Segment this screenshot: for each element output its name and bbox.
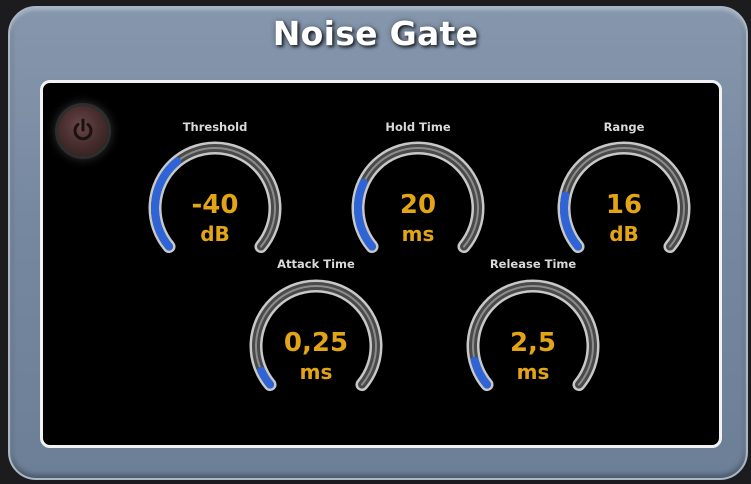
attack-time-value: 0,25	[283, 328, 349, 358]
range-unit: dB	[609, 222, 639, 246]
hold-time-value: 20	[399, 190, 437, 220]
threshold-unit: dB	[200, 222, 230, 246]
release-time-unit: ms	[516, 360, 550, 384]
range-label: Range	[603, 120, 645, 134]
hold-time-label: Hold Time	[385, 120, 451, 134]
attack-time-label: Attack Time	[277, 257, 355, 271]
release-time-knob[interactable]: 2,5 ms	[463, 276, 603, 416]
release-time-value: 2,5	[509, 328, 557, 358]
hold-time-unit: ms	[401, 222, 435, 246]
threshold-value: -40	[191, 190, 239, 220]
attack-time-knob[interactable]: 0,25 ms	[246, 276, 386, 416]
plugin-title: Noise Gate	[272, 14, 479, 53]
range-value: 16	[605, 190, 643, 220]
power-icon	[73, 118, 93, 141]
attack-time-unit: ms	[299, 360, 333, 384]
release-time-label: Release Time	[489, 257, 577, 271]
threshold-label: Threshold	[182, 120, 248, 134]
power-button[interactable]	[58, 106, 108, 156]
